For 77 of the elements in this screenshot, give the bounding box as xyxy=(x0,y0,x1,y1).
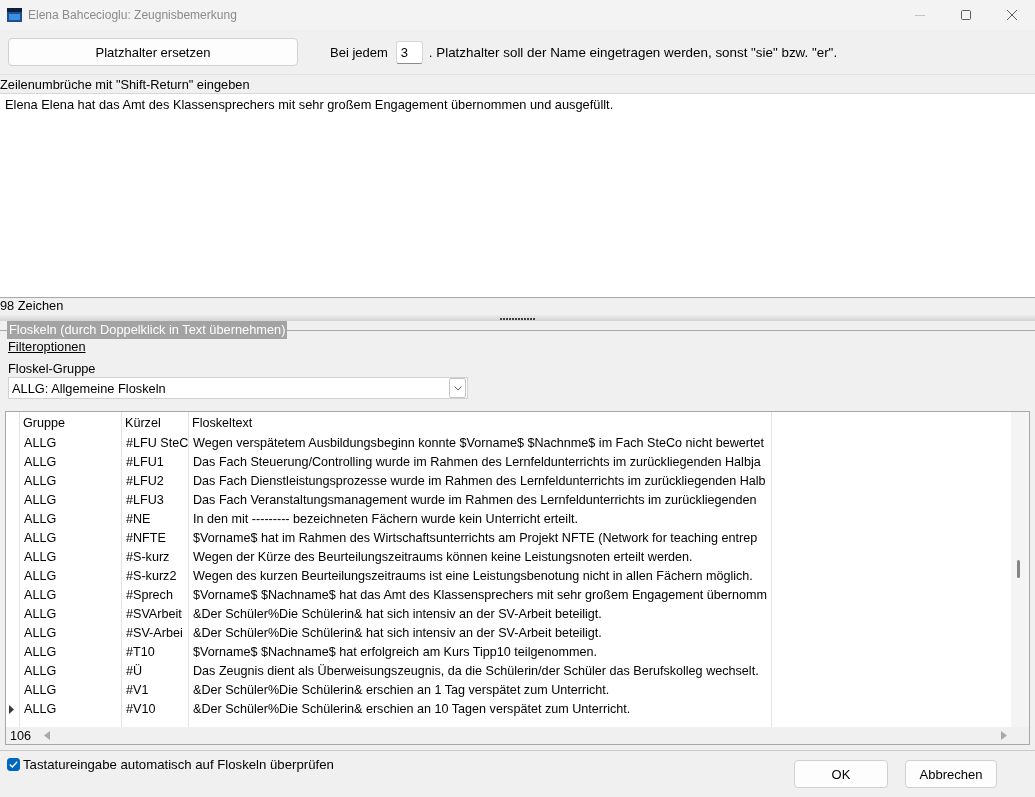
column-header[interactable]: Floskeltext xyxy=(189,412,772,434)
group-label: Floskel-Gruppe xyxy=(8,361,96,376)
table-cell: Das Fach Veranstaltungsmanagement wurde im Rahmen des Lernfeldunterrichts im zurückliegenden xyxy=(189,491,772,510)
table-cell: &Der Schüler%Die Schülerin& erschien an 1 Tag verspätet zum Unterricht. xyxy=(189,681,772,700)
table-cell: #NFTE xyxy=(122,529,189,548)
interval-prefix-text: Bei jedem xyxy=(330,44,388,60)
table-cell: ALLG xyxy=(20,700,122,719)
table-cell: #V10 xyxy=(122,700,189,719)
table-cell: #S-kurz2 xyxy=(122,567,189,586)
checkmark-icon xyxy=(9,761,18,768)
minimize-icon xyxy=(915,14,925,16)
table-cell: Wegen verspätetem Ausbildungsbeginn konnte $Vorname$ $Nachnme$ im Fach SteCo nicht bewertet xyxy=(189,434,772,453)
table-cell: #Ü xyxy=(122,662,189,681)
table-cell: ALLG xyxy=(20,624,122,643)
table-cell: ALLG xyxy=(20,605,122,624)
dropdown-button[interactable] xyxy=(449,378,466,398)
window-title: Elena Bahcecioglu: Zeugnisbemerkung xyxy=(28,8,238,22)
table-cell: In den mit --------- bezeichneten Fächern wurde kein Unterricht erteilt. xyxy=(189,510,772,529)
table-cell: $Vorname$ $Nachname$ hat erfolgreich am Kurs Tipp10 teilgenommen. xyxy=(189,643,772,662)
table-cell: ALLG xyxy=(20,681,122,700)
character-count: 98 Zeichen xyxy=(0,298,64,313)
table-cell: ALLG xyxy=(20,472,122,491)
row-count: 106 xyxy=(9,728,32,743)
table-cell: ALLG xyxy=(20,510,122,529)
table-cell: #LFU SteC xyxy=(122,434,189,453)
maximize-icon xyxy=(961,10,971,20)
comment-field[interactable]: Elena Elena hat das Amt des Klassensprechers mit sehr großem Engagement übernommen und ausgefüllt. xyxy=(0,93,1035,298)
table-cell: #LFU3 xyxy=(122,491,189,510)
vertical-scrollbar[interactable] xyxy=(1011,412,1029,727)
scroll-left-icon[interactable] xyxy=(44,731,50,740)
scrollbar-thumb[interactable] xyxy=(1017,560,1020,578)
table-cell: ALLG xyxy=(20,567,122,586)
table-cell: ALLG xyxy=(20,491,122,510)
table-cell: Wegen des kurzen Beurteilungszeitraums ist eine Leistungsbenotung nicht in allen Fächern möglich. xyxy=(189,567,772,586)
table-cell: #SV-Arbei xyxy=(122,624,189,643)
table-cell: ALLG xyxy=(20,529,122,548)
table-cell: Das Fach Steuerung/Controlling wurde im Rahmen des Lernfeldunterrichts im zurückliegenden Halbja xyxy=(189,453,772,472)
table-cell: Das Zeugnis dient als Überweisungszeugnis, da die Schülerin/der Schüler das Berufskolleg wechselt. xyxy=(189,662,772,681)
column-header[interactable]: Kürzel xyxy=(122,412,189,434)
table-cell: #Sprech xyxy=(122,586,189,605)
table-cell: &Der Schüler%Die Schülerin& hat sich intensiv an der SV-Arbeit beteiligt. xyxy=(189,624,772,643)
table-cell: $Vorname$ $Nachname$ hat das Amt des Klassensprechers mit sehr großem Engagement übernomm xyxy=(189,586,772,605)
replace-placeholders-button[interactable]: Platzhalter ersetzen xyxy=(8,38,298,66)
table-cell: #NE xyxy=(122,510,189,529)
table-cell: #S-kurz xyxy=(122,548,189,567)
table-cell: Das Fach Dienstleistungsprozesse wurde im Rahmen des Lernfeldunterrichts im zurückliegenden Halb xyxy=(189,472,772,491)
group-title: Floskeln (durch Doppelklick in Text übernehmen) xyxy=(7,321,288,339)
splitter-bar[interactable] xyxy=(0,313,1035,321)
table-cell: #T10 xyxy=(122,643,189,662)
table-cell: ALLG xyxy=(20,586,122,605)
checkbox[interactable] xyxy=(7,758,20,771)
table-cell: ALLG xyxy=(20,643,122,662)
chevron-down-icon xyxy=(453,385,462,391)
table-cell: ALLG xyxy=(20,434,122,453)
table-cell: &Der Schüler%Die Schülerin& erschien an 10 Tagen verspätet zum Unterricht. xyxy=(189,700,772,719)
interval-suffix-text: . Platzhalter soll der Name eingetragen werden, sonst "sie" bzw. "er". xyxy=(428,44,838,60)
dialog-button[interactable]: Abbrechen xyxy=(905,760,997,788)
table-cell: #LFU1 xyxy=(122,453,189,472)
table-cell: ALLG xyxy=(20,662,122,681)
table-cell: #SVArbeit xyxy=(122,605,189,624)
checkbox-label[interactable]: Tastatureingabe automatisch auf Floskeln überprüfen xyxy=(23,757,334,772)
close-icon xyxy=(1007,10,1017,20)
dialog-button[interactable]: OK xyxy=(794,760,888,788)
table-cell: ALLG xyxy=(20,548,122,567)
table-cell: #V1 xyxy=(122,681,189,700)
table-cell: $Vorname$ hat im Rahmen des Wirtschaftsunterrichts am Projekt NFTE (Network for teaching entrep xyxy=(189,529,772,548)
editor-hint: Zeilenumbrüche mit "Shift-Return" eingeben xyxy=(0,77,250,92)
filter-options-link[interactable]: Filteroptionen xyxy=(8,339,86,354)
interval-field[interactable]: 3 xyxy=(395,40,423,64)
table-cell: #LFU2 xyxy=(122,472,189,491)
table-cell: ALLG xyxy=(20,453,122,472)
window-icon xyxy=(7,8,22,22)
table-cell: Wegen der Kürze des Beurteilungszeitraums können keine Leistungsnoten erteilt werden. xyxy=(189,548,772,567)
scroll-right-icon[interactable] xyxy=(1001,731,1007,740)
column-header[interactable]: Gruppe xyxy=(20,412,122,434)
table-cell: &Der Schüler%Die Schülerin& hat sich intensiv an der SV-Arbeit beteiligt. xyxy=(189,605,772,624)
group-dropdown[interactable]: ALLG: Allgemeine Floskeln xyxy=(8,377,468,399)
